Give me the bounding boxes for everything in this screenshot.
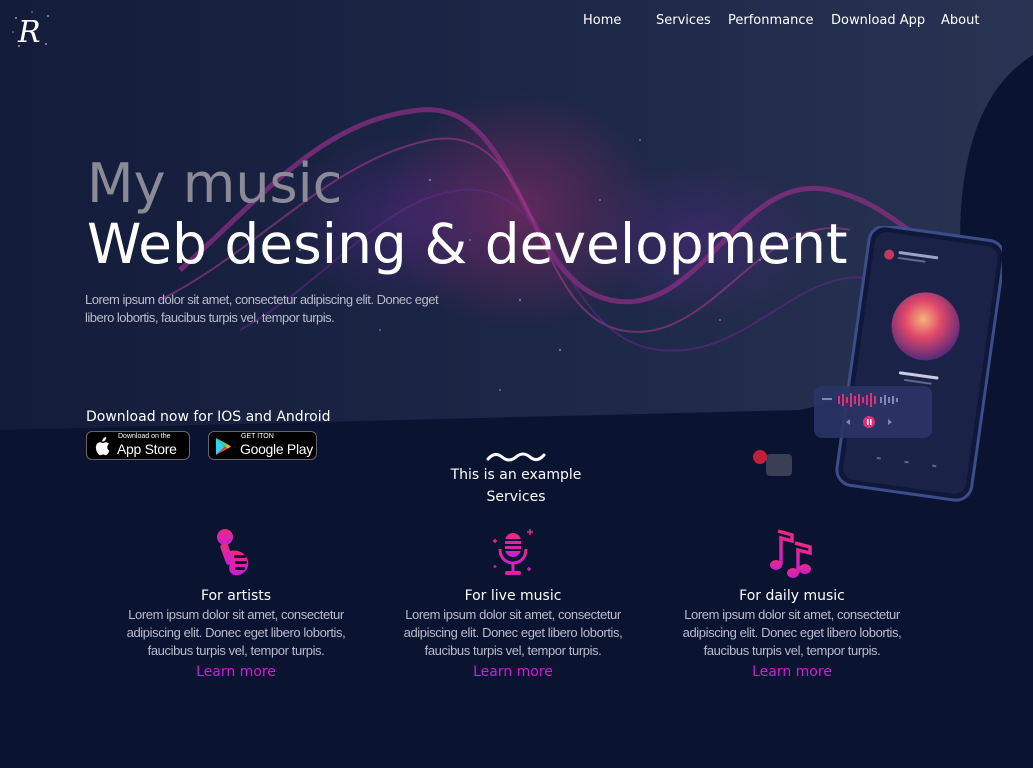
services-heading-line1: This is an example (450, 467, 582, 483)
nav-download-app[interactable]: Download App (831, 13, 925, 28)
nav-services[interactable]: Services (656, 13, 711, 28)
google-play-big-text: Google Play (240, 441, 313, 457)
studio-microphone-icon (493, 529, 533, 575)
learn-more-link[interactable]: Learn more (672, 664, 912, 680)
app-store-big-text: App Store (117, 441, 177, 457)
service-card-title: For live music (464, 588, 562, 604)
service-card-title: For artists (200, 588, 272, 604)
microphone-hand-icon (217, 529, 249, 576)
app-store-small-text: Download on the (118, 433, 171, 440)
download-label: Download now for IOS and Android (86, 409, 331, 425)
google-play-small-text: GET ITON (241, 433, 274, 440)
services-heading-line2: Services (486, 489, 546, 505)
nav-about[interactable]: About (941, 13, 979, 28)
learn-more-link[interactable]: Learn more (393, 664, 633, 680)
top-navigation: Home Services Perfonmance Download App A… (0, 13, 1033, 33)
app-store-button[interactable]: Download on the App Store (86, 431, 190, 460)
google-play-icon (216, 438, 231, 455)
service-card-title: For daily music (739, 588, 845, 604)
phone-mockup (753, 226, 1002, 502)
service-card-text: Lorem ipsum dolor sit amet, consectetur … (126, 607, 346, 658)
apple-icon (95, 437, 110, 456)
service-card-text: Lorem ipsum dolor sit amet, consectetur … (682, 607, 902, 658)
hero-description: Lorem ipsum dolor sit amet, consectetur … (85, 292, 439, 325)
nav-performance[interactable]: Perfonmance (728, 13, 814, 28)
service-card-text: Lorem ipsum dolor sit amet, consectetur … (403, 607, 623, 658)
services-heading: This is an example Services (416, 464, 616, 508)
nav-home[interactable]: Home (583, 13, 621, 28)
wave-divider-icon (486, 452, 546, 462)
google-play-button[interactable]: GET ITON Google Play (208, 431, 317, 460)
landing-page: R Home Services Perfonmance Download App… (0, 0, 1033, 768)
hero-title-small: My music (87, 152, 343, 215)
music-notes-icon (770, 529, 812, 578)
learn-more-link[interactable]: Learn more (116, 664, 356, 680)
hero-title-main: Web desing & development (87, 212, 848, 276)
